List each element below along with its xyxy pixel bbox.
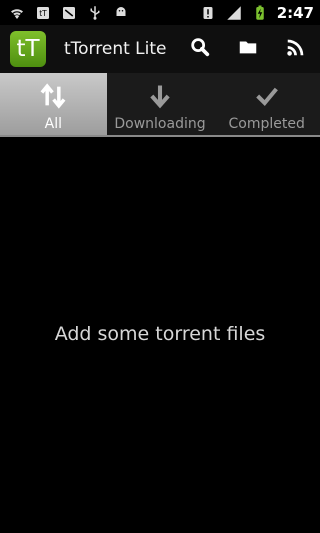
up-down-arrows-icon <box>39 82 67 110</box>
app-title: tTorrent Lite <box>64 39 167 59</box>
tab-completed[interactable]: Completed <box>213 73 320 135</box>
usb-icon <box>86 4 104 22</box>
sim-icon: tT <box>34 4 52 22</box>
clock: 2:47 <box>276 3 314 22</box>
folder-icon <box>237 36 259 62</box>
tab-label: All <box>44 116 63 132</box>
notification-icon <box>60 4 78 22</box>
svg-text:tT: tT <box>39 9 47 18</box>
tab-downloading[interactable]: Downloading <box>107 73 214 135</box>
tab-all[interactable]: All <box>0 73 107 135</box>
battery-charging-icon <box>251 4 269 22</box>
down-arrow-icon <box>146 82 174 110</box>
tab-label: Downloading <box>114 116 206 132</box>
signal-icon <box>225 4 243 22</box>
torrent-list-area: Add some torrent files <box>0 137 320 533</box>
app-logo[interactable]: tT <box>10 31 46 67</box>
filter-tabs: All Downloading Completed <box>0 73 320 135</box>
android-debug-icon <box>112 4 130 22</box>
search-button[interactable] <box>176 25 224 73</box>
wifi-icon <box>8 4 26 22</box>
action-bar: tT tTorrent Lite <box>0 25 320 73</box>
empty-state-message: Add some torrent files <box>54 323 266 345</box>
status-bar: tT 2:47 <box>0 0 320 25</box>
alert-icon <box>199 4 217 22</box>
open-folder-button[interactable] <box>224 25 272 73</box>
checkmark-icon <box>253 82 281 110</box>
rss-button[interactable] <box>272 25 320 73</box>
search-icon <box>189 36 211 62</box>
rss-icon <box>285 36 307 62</box>
tab-label: Completed <box>228 116 305 132</box>
